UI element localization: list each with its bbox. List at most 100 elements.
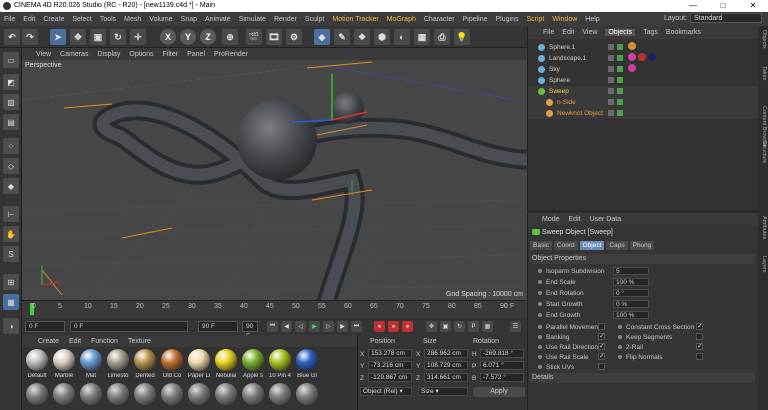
cube-icon[interactable]: ◆ — [314, 29, 330, 45]
checkbox[interactable] — [696, 353, 703, 360]
viewport-menu-filter[interactable]: Filter — [163, 51, 179, 58]
object-menu-view[interactable]: View — [582, 29, 597, 36]
end-frame-field[interactable]: 90 F — [198, 321, 238, 332]
workplane-icon[interactable]: ▤ — [3, 114, 19, 130]
coord-pos-field[interactable]: -129.867 cm — [368, 373, 412, 382]
menu-select[interactable]: Select — [72, 16, 91, 23]
viewport-menu-prorender[interactable]: ProRender — [214, 51, 248, 58]
light-icon[interactable]: 💡 — [454, 29, 470, 45]
menu-help[interactable]: Help — [585, 16, 599, 23]
subdivision-icon[interactable]: ❖ — [354, 29, 370, 45]
timeline-menu-icon[interactable]: ☰ — [510, 321, 521, 332]
material-menu-edit[interactable]: Edit — [69, 338, 81, 345]
checkbox[interactable] — [696, 333, 703, 340]
property-value-field[interactable]: 0 ° — [613, 289, 649, 297]
checkbox[interactable] — [598, 363, 605, 370]
material-swatch[interactable]: Blue Gl — [294, 349, 320, 379]
material-swatch-row2[interactable] — [51, 383, 77, 405]
redo-icon[interactable]: ↷ — [22, 29, 38, 45]
solo-icon[interactable]: ◑ — [3, 318, 19, 334]
coord-rot-field[interactable]: 6.071 ° — [480, 361, 524, 370]
visibility-toggle[interactable] — [608, 99, 614, 105]
edges-mode-icon[interactable]: ◇ — [3, 158, 19, 174]
deformer-icon[interactable]: ◐ — [394, 29, 410, 45]
enable-check-icon[interactable] — [617, 110, 623, 116]
autokey-icon[interactable]: ● — [388, 321, 399, 332]
material-swatch[interactable]: Old Co — [159, 349, 185, 379]
polygons-mode-icon[interactable]: ◆ — [3, 178, 19, 194]
side-tab-objects[interactable]: Objects — [759, 30, 767, 49]
menu-window[interactable]: Window — [552, 16, 577, 23]
checkbox[interactable]: ✓ — [696, 343, 703, 350]
current-frame-field[interactable]: 0 F — [25, 321, 65, 332]
x-axis-lock[interactable]: X — [160, 29, 176, 45]
enable-check-icon[interactable] — [617, 77, 623, 83]
undo-icon[interactable]: ↶ — [4, 29, 20, 45]
tab-caps[interactable]: Caps — [606, 241, 628, 250]
texture-mode-icon[interactable]: ▧ — [3, 94, 19, 110]
model-mode-icon[interactable]: ◩ — [3, 74, 19, 90]
animation-dot-icon[interactable] — [618, 355, 622, 359]
object-menu-tags[interactable]: Tags — [643, 29, 658, 36]
checkbox[interactable]: ✓ — [696, 323, 703, 330]
rotation-key-icon[interactable]: ↻ — [454, 321, 465, 332]
property-value-field[interactable]: 0 % — [613, 300, 649, 308]
coordinate-system-icon[interactable]: ⊕ — [222, 29, 238, 45]
animation-dot-icon[interactable] — [618, 335, 622, 339]
menu-edit[interactable]: Edit — [23, 16, 35, 23]
side-tab-takes[interactable]: Takes — [759, 66, 767, 80]
menu-render[interactable]: Render — [274, 16, 297, 23]
coord-rot-field[interactable]: -269.818 ° — [480, 349, 524, 358]
attribute-menu-edit[interactable]: Edit — [569, 216, 581, 223]
animation-dot-icon[interactable] — [538, 269, 542, 273]
checkbox[interactable]: ✓ — [598, 353, 605, 360]
parameter-key-icon[interactable]: P — [468, 321, 479, 332]
menu-tools[interactable]: Tools — [100, 16, 116, 23]
side-tab-attributes[interactable]: Attributes — [759, 216, 767, 239]
select-tool-icon[interactable]: ➤ — [50, 29, 66, 45]
menu-plugins[interactable]: Plugins — [496, 16, 519, 23]
object-menu-bookmarks[interactable]: Bookmarks — [666, 29, 701, 36]
next-frame-icon[interactable]: ▷ — [323, 321, 334, 332]
move-tool-icon[interactable]: ✥ — [70, 29, 86, 45]
menu-snap[interactable]: Snap — [181, 16, 197, 23]
object-menu-file[interactable]: File — [543, 29, 554, 36]
menu-character[interactable]: Character — [424, 16, 455, 23]
camera-icon[interactable]: ⎙ — [434, 29, 450, 45]
previous-frame-icon[interactable]: ◁ — [295, 321, 306, 332]
menu-mesh[interactable]: Mesh — [124, 16, 141, 23]
material-swatch[interactable]: Mat — [78, 349, 104, 379]
enable-axis-icon[interactable]: ⊢ — [3, 206, 19, 222]
material-swatch[interactable]: Paper Li — [186, 349, 212, 379]
checkbox[interactable]: ✓ — [598, 343, 605, 350]
visibility-toggle[interactable] — [608, 77, 614, 83]
menu-simulate[interactable]: Simulate — [239, 16, 266, 23]
make-editable-icon[interactable]: ▭ — [3, 52, 19, 68]
material-swatch[interactable]: Apple s — [240, 349, 266, 379]
viewport-menu-cameras[interactable]: Cameras — [60, 51, 88, 58]
z-axis-lock[interactable]: Z — [200, 29, 216, 45]
coord-size-field[interactable]: 108.729 cm — [424, 361, 468, 370]
object-menu-edit[interactable]: Edit — [562, 29, 574, 36]
menu-create[interactable]: Create — [43, 16, 64, 23]
material-menu-create[interactable]: Create — [38, 338, 59, 345]
tab-basic[interactable]: Basic — [530, 241, 552, 250]
sphere-object[interactable] — [237, 100, 317, 180]
coord-rot-field[interactable]: -7.572 ° — [480, 373, 524, 382]
visibility-toggle[interactable] — [608, 44, 614, 50]
material-menu-texture[interactable]: Texture — [128, 338, 151, 345]
maximize-button[interactable]: □ — [708, 0, 738, 12]
snap-icon[interactable]: S — [3, 246, 19, 262]
keyframe-selection-icon[interactable]: ● — [402, 321, 413, 332]
material-tag-icon[interactable] — [638, 53, 646, 61]
layout-dropdown[interactable]: Standard — [690, 13, 762, 23]
viewport-menu-view[interactable]: View — [36, 51, 51, 58]
next-key-icon[interactable]: ▶ — [337, 321, 348, 332]
animation-dot-icon[interactable] — [538, 280, 542, 284]
visibility-toggle[interactable] — [608, 66, 614, 72]
viewport-menu-display[interactable]: Display — [97, 51, 120, 58]
animation-dot-icon[interactable] — [538, 291, 542, 295]
start-frame-field[interactable]: 0 F — [70, 321, 188, 332]
menu-script[interactable]: Script — [526, 16, 544, 23]
material-swatch-row2[interactable] — [78, 383, 104, 405]
